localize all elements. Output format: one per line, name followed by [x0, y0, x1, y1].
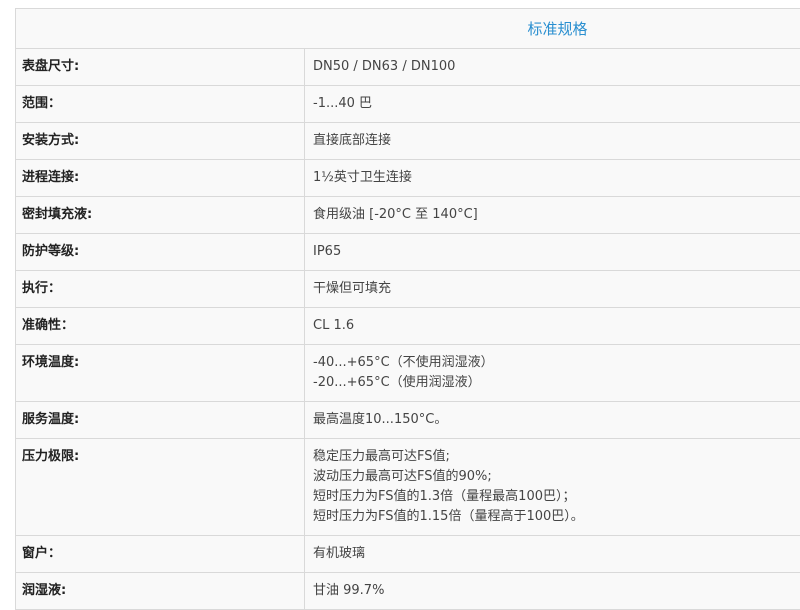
spec-table: 标准规格 表盘尺寸: DN50 / DN63 / DN100 范围： -1...40 … [15, 8, 800, 610]
spec-value: DN50 / DN63 / DN100 [305, 49, 800, 86]
table-row: 润湿液: 甘油 99.7% [16, 573, 800, 610]
spec-value: 甘油 99.7% [305, 573, 800, 610]
table-row: 执行： 干燥但可填充 [16, 271, 800, 308]
spec-value: 干燥但可填充 [305, 271, 800, 308]
spec-label: 密封填充液: [16, 197, 305, 234]
spec-value-line: 直接底部连接 [313, 131, 799, 151]
spec-label: 执行： [16, 271, 305, 308]
spec-label: 压力极限: [16, 439, 305, 536]
spec-value-line: 短时压力为FS值的1.15倍（量程高于100巴）。 [313, 507, 799, 527]
spec-label: 安装方式: [16, 123, 305, 160]
spec-value-line: IP65 [313, 242, 799, 262]
spec-value-line: 稳定压力最高可达FS值; [313, 447, 799, 467]
spec-value: 最高温度10...150°C。 [305, 402, 800, 439]
spec-label: 服务温度: [16, 402, 305, 439]
spec-value: 1½英寸卫生连接 [305, 160, 800, 197]
spec-label: 防护等级: [16, 234, 305, 271]
spec-table-body: 表盘尺寸:DN50 / DN63 / DN100范围：-1...40 巴安装方式… [16, 49, 800, 610]
spec-value: 有机玻璃 [305, 536, 800, 573]
table-row: 安装方式: 直接底部连接 [16, 123, 800, 160]
spec-value-line: 有机玻璃 [313, 544, 799, 564]
spec-label: 表盘尺寸: [16, 49, 305, 86]
spec-label: 环境温度: [16, 345, 305, 402]
spec-value-line: 1½英寸卫生连接 [313, 168, 799, 188]
spec-label: 润湿液: [16, 573, 305, 610]
table-header-title: 标准规格 [16, 9, 800, 49]
spec-value-line: -40...+65°C（不使用润湿液） [313, 353, 799, 373]
table-row: 进程连接: 1½英寸卫生连接 [16, 160, 800, 197]
spec-label: 窗户： [16, 536, 305, 573]
spec-value-line: 干燥但可填充 [313, 279, 799, 299]
table-row: 环境温度:-40...+65°C（不使用润湿液）-20...+65°C（使用润湿… [16, 345, 800, 402]
table-row: 防护等级: IP65 [16, 234, 800, 271]
table-row: 准确性： CL 1.6 [16, 308, 800, 345]
spec-value-line: 甘油 99.7% [313, 581, 799, 601]
spec-value: -40...+65°C（不使用润湿液）-20...+65°C（使用润湿液） [305, 345, 800, 402]
spec-value-line: CL 1.6 [313, 316, 799, 336]
spec-value-line: 最高温度10...150°C。 [313, 410, 799, 430]
table-row: 密封填充液: 食用级油 [-20°C 至 140°C] [16, 197, 800, 234]
spec-value: 稳定压力最高可达FS值;波动压力最高可达FS值的90%;短时压力为FS值的1.3… [305, 439, 800, 536]
spec-value-line: -20...+65°C（使用润湿液） [313, 373, 799, 393]
spec-label: 准确性： [16, 308, 305, 345]
spec-value: CL 1.6 [305, 308, 800, 345]
spec-value: -1...40 巴 [305, 86, 800, 123]
table-header-row: 标准规格 [16, 9, 800, 49]
spec-value-line: 食用级油 [-20°C 至 140°C] [313, 205, 799, 225]
spec-value-line: 波动压力最高可达FS值的90%; [313, 467, 799, 487]
spec-value: 直接底部连接 [305, 123, 800, 160]
spec-value: 食用级油 [-20°C 至 140°C] [305, 197, 800, 234]
table-row: 压力极限:稳定压力最高可达FS值;波动压力最高可达FS值的90%;短时压力为FS… [16, 439, 800, 536]
spec-value-line: -1...40 巴 [313, 94, 799, 114]
spec-label: 范围： [16, 86, 305, 123]
table-row: 服务温度: 最高温度10...150°C。 [16, 402, 800, 439]
spec-value-line: 短时压力为FS值的1.3倍（量程最高100巴）； [313, 487, 799, 507]
spec-value: IP65 [305, 234, 800, 271]
table-row: 表盘尺寸: DN50 / DN63 / DN100 [16, 49, 800, 86]
table-row: 范围： -1...40 巴 [16, 86, 800, 123]
table-row: 窗户： 有机玻璃 [16, 536, 800, 573]
spec-value-line: DN50 / DN63 / DN100 [313, 57, 799, 77]
spec-label: 进程连接: [16, 160, 305, 197]
